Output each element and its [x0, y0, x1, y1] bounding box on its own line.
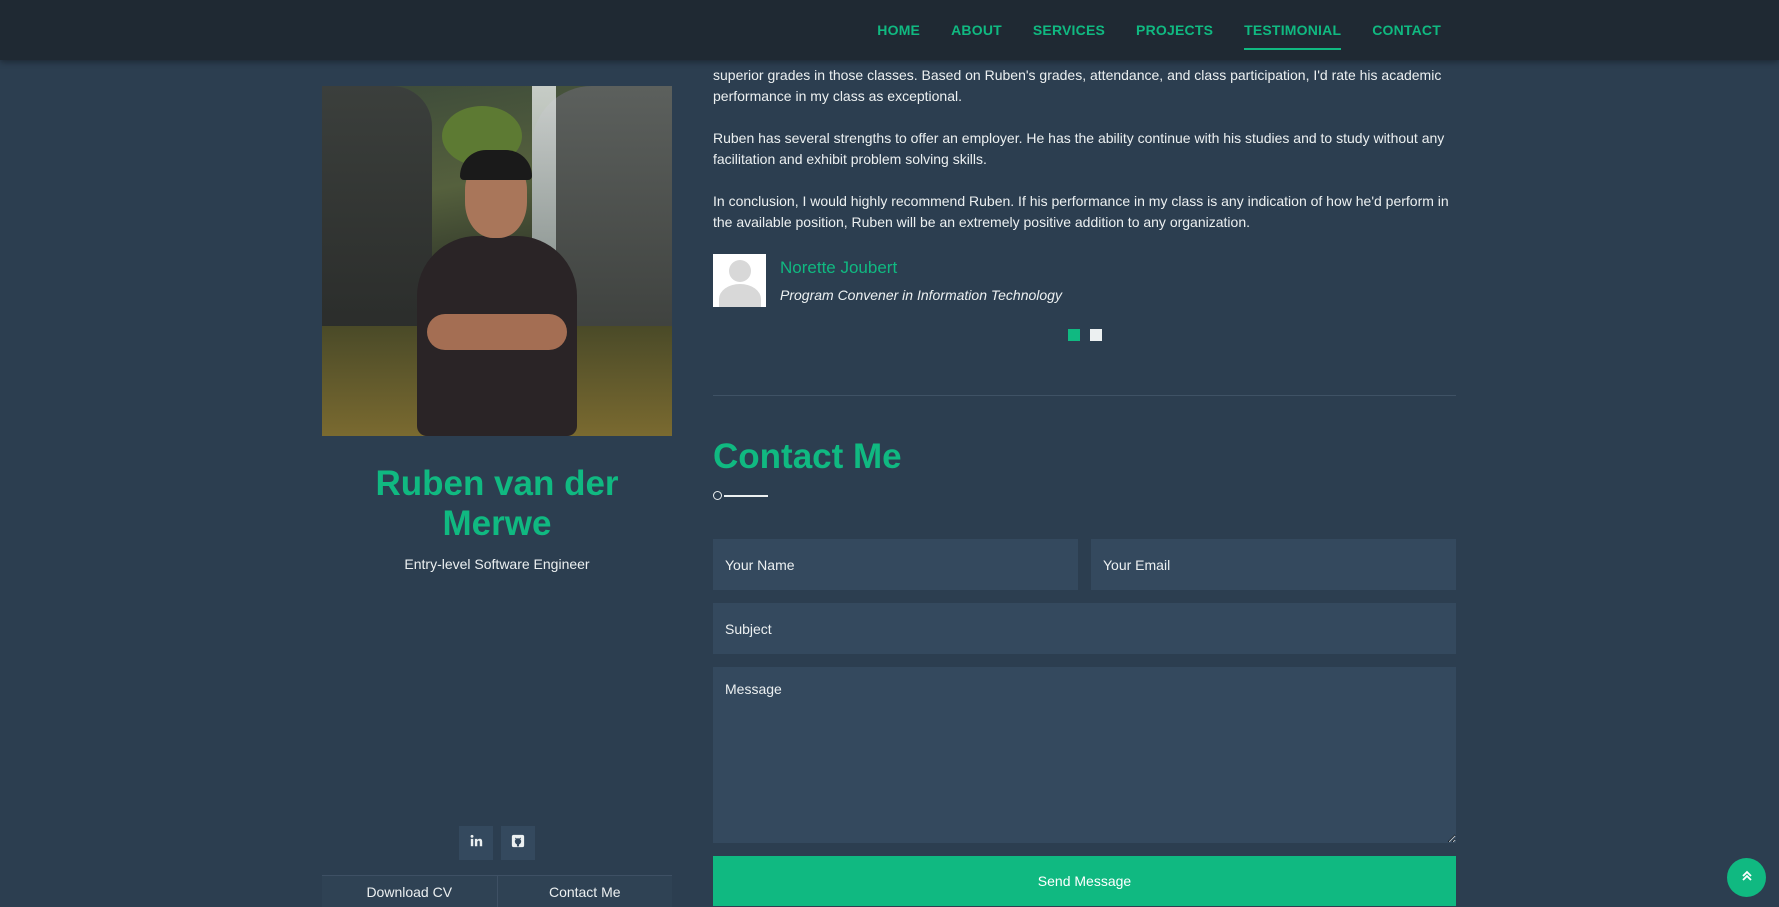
profile-photo [322, 86, 672, 436]
email-field[interactable] [1091, 539, 1456, 590]
nav-services[interactable]: SERVICES [1033, 22, 1105, 38]
double-chevron-up-icon [1741, 869, 1753, 887]
nav-testimonial[interactable]: TESTIMONIAL [1244, 22, 1342, 50]
profile-name: Ruben van der Merwe [375, 464, 619, 543]
message-field[interactable] [713, 667, 1456, 843]
download-cv-button[interactable]: Download CV [322, 876, 497, 907]
contact-title: Contact Me [713, 437, 902, 476]
linkedin-icon [470, 834, 483, 852]
profile-card: Ruben van der Merwe Entry-level Software… [322, 86, 672, 907]
testimonial-paragraph: superior grades in those classes. Based … [713, 67, 1442, 104]
scroll-to-top-button[interactable] [1727, 858, 1766, 897]
carousel-dots [713, 329, 1456, 341]
top-navbar: HOME ABOUT SERVICES PROJECTS TESTIMONIAL… [0, 0, 1779, 60]
section-divider [713, 395, 1456, 396]
subject-field[interactable] [713, 603, 1456, 654]
testimonial-section: superior grades in those classes. Based … [713, 60, 1456, 341]
social-links [322, 826, 672, 860]
author-name: Norette Joubert [780, 258, 898, 277]
profile-title: Entry-level Software Engineer [404, 556, 590, 572]
main-content: superior grades in those classes. Based … [713, 60, 1456, 906]
author-info: Norette Joubert Program Convener in Info… [780, 258, 1062, 303]
github-button[interactable] [501, 826, 535, 860]
testimonial-paragraph: In conclusion, I would highly recommend … [713, 193, 1449, 230]
contact-me-button[interactable]: Contact Me [496, 876, 672, 907]
github-icon [511, 834, 525, 853]
nav-links: HOME ABOUT SERVICES PROJECTS TESTIMONIAL… [877, 0, 1441, 60]
send-message-button[interactable]: Send Message [713, 856, 1456, 906]
nav-about[interactable]: ABOUT [951, 22, 1002, 38]
contact-form: Send Message [713, 539, 1456, 906]
profile-actions: Download CV Contact Me [322, 875, 672, 907]
linkedin-button[interactable] [459, 826, 493, 860]
author-role: Program Convener in Information Technolo… [780, 287, 1062, 303]
carousel-dot-2[interactable] [1089, 329, 1102, 341]
clipped-line [713, 60, 1456, 65]
testimonial-paragraph: Ruben has several strengths to offer an … [713, 130, 1445, 167]
nav-home[interactable]: HOME [877, 22, 920, 38]
carousel-dot-1[interactable] [1067, 329, 1080, 341]
title-decoration [713, 491, 1456, 500]
nav-projects[interactable]: PROJECTS [1136, 22, 1213, 38]
testimonial-author: Norette Joubert Program Convener in Info… [713, 254, 1456, 307]
name-field[interactable] [713, 539, 1078, 590]
nav-contact[interactable]: CONTACT [1372, 22, 1441, 38]
avatar [713, 254, 766, 307]
